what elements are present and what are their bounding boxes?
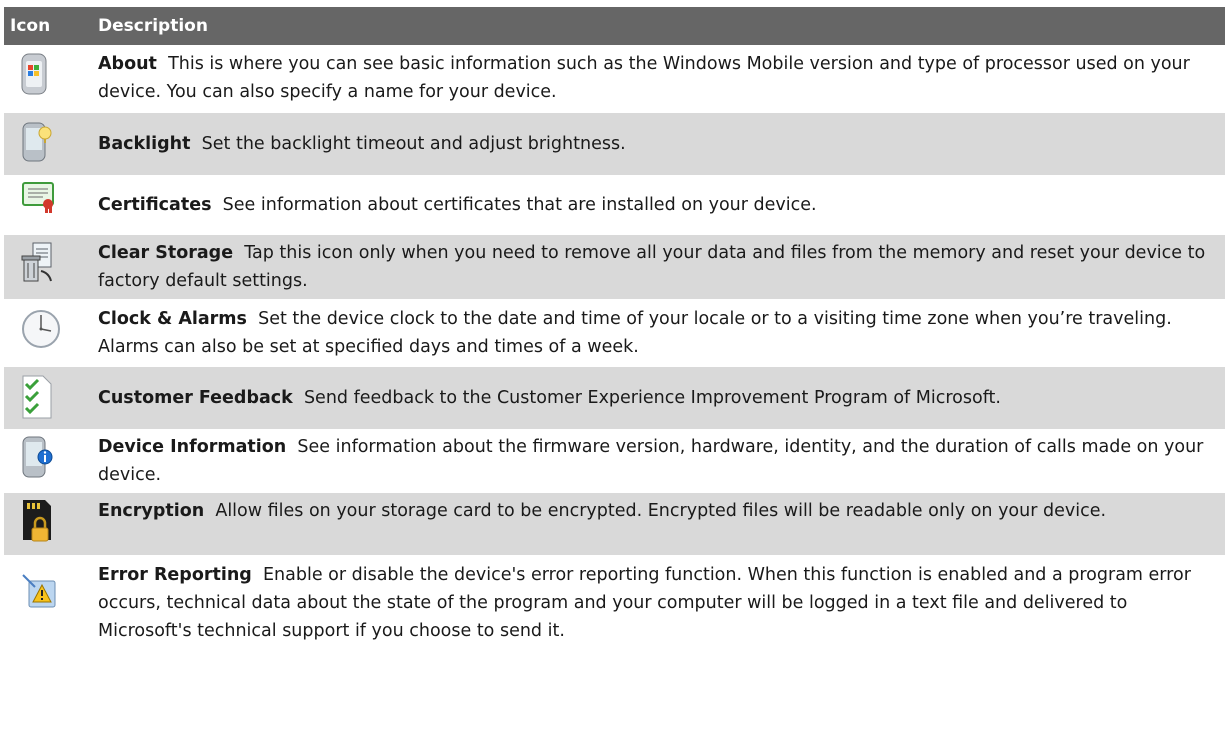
backlight-device-icon	[22, 122, 52, 162]
row-text: Send feedback to the Customer Experience…	[303, 388, 1001, 408]
row-text: Set the device clock to the date and tim…	[98, 309, 1172, 357]
row-text: Enable or disable the device's error rep…	[98, 565, 1191, 641]
row-title: Certificates	[98, 195, 212, 215]
clock-icon	[22, 310, 60, 348]
row-text: This is where you can see basic informat…	[98, 54, 1190, 102]
windows-device-icon	[21, 53, 47, 95]
table-row-error-reporting: Error Reporting Enable or disable the de…	[4, 555, 1225, 651]
table-row-clear-storage: Clear Storage Tap this icon only when yo…	[4, 235, 1225, 299]
table-row-clock-alarms: Clock & Alarms Set the device clock to t…	[4, 299, 1225, 367]
device-info-icon	[22, 436, 53, 478]
error-reporting-warning-icon	[22, 574, 56, 608]
table-row-encryption: Encryption Allow files on your storage c…	[4, 493, 1225, 555]
settings-icon-table: Icon Description About This is where you…	[4, 7, 1225, 651]
header-description-label: Description	[98, 16, 208, 36]
table-row-customer-feedback: Customer Feedback Send feedback to the C…	[4, 367, 1225, 429]
checklist-icon	[22, 375, 52, 419]
row-title: Encryption	[98, 501, 205, 521]
row-title: Device Information	[98, 437, 287, 457]
header-icon-label: Icon	[10, 16, 51, 36]
row-title: Clear Storage	[98, 243, 234, 263]
certificate-icon	[22, 182, 54, 213]
row-title: Customer Feedback	[98, 388, 293, 408]
row-text: Tap this icon only when you need to remo…	[98, 243, 1206, 291]
row-title: Error Reporting	[98, 565, 252, 585]
clear-storage-icon	[21, 242, 52, 282]
row-text: Allow files on your storage card to be e…	[215, 501, 1107, 521]
row-text: Set the backlight timeout and adjust bri…	[201, 134, 626, 154]
table-row-backlight: Backlight Set the backlight timeout and …	[4, 113, 1225, 175]
table-row-device-information: Device Information See information about…	[4, 429, 1225, 493]
table-row-about: About This is where you can see basic in…	[4, 45, 1225, 113]
table-header: Icon Description	[4, 7, 1225, 45]
row-text: See information about certificates that …	[222, 195, 817, 215]
table-row-certificates: Certificates See information about certi…	[4, 175, 1225, 235]
row-title: Backlight	[98, 134, 191, 154]
encryption-lock-icon	[23, 500, 51, 542]
row-title: About	[98, 54, 157, 74]
row-title: Clock & Alarms	[98, 309, 247, 329]
